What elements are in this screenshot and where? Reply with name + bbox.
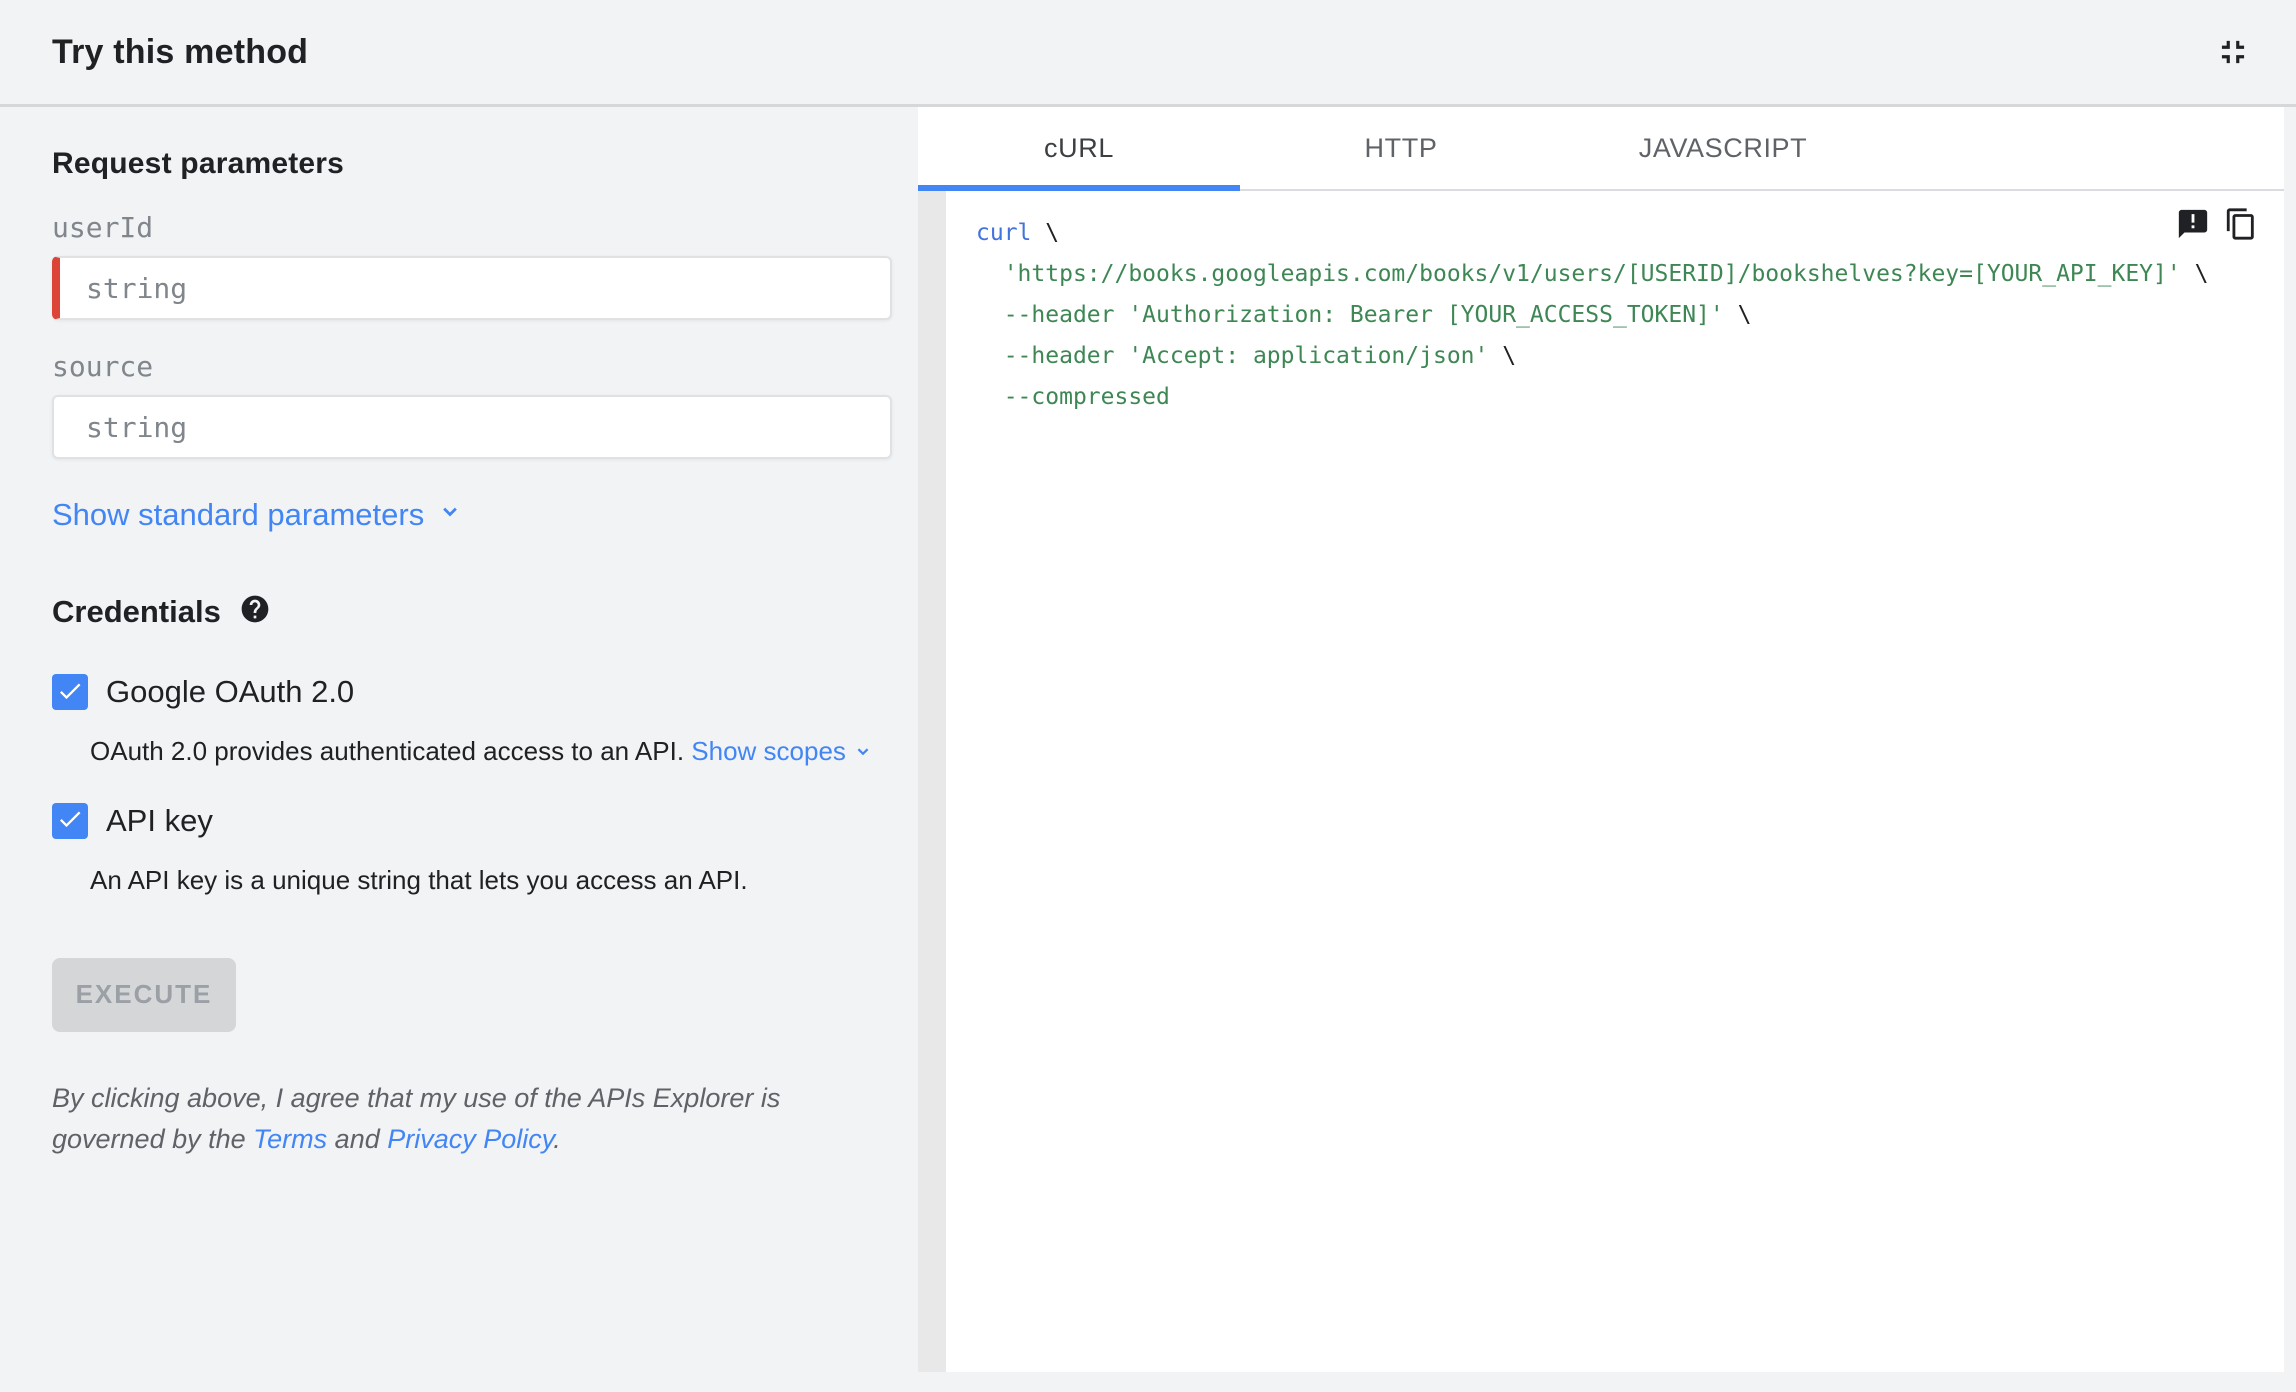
- execute-button[interactable]: EXECUTE: [52, 957, 236, 1032]
- legal-text: By clicking above, I agree that my use o…: [52, 1082, 781, 1154]
- api-key-checkbox-label: API key: [106, 802, 213, 838]
- chevron-down-icon: [852, 738, 874, 768]
- code-language-tabs: cURL HTTP JAVASCRIPT: [918, 107, 2284, 191]
- request-parameters-panel: Request parameters userId source Show st…: [0, 107, 918, 1372]
- userid-input[interactable]: [52, 256, 892, 320]
- feedback-icon: [2176, 207, 2210, 241]
- oauth-checkbox-label: Google OAuth 2.0: [106, 674, 355, 709]
- tab-http[interactable]: HTTP: [1240, 107, 1562, 189]
- oauth-checkbox[interactable]: [52, 674, 88, 710]
- panel-header: Try this method: [0, 0, 2296, 107]
- privacy-policy-link[interactable]: Privacy Policy: [387, 1124, 553, 1154]
- show-scopes-link[interactable]: Show scopes: [691, 736, 874, 766]
- fullscreen-exit-icon: [2214, 33, 2252, 71]
- show-standard-parameters-label: Show standard parameters: [52, 497, 425, 532]
- code-block: curl \ 'https://books.googleapis.com/boo…: [976, 220, 2209, 410]
- checkmark-icon: [56, 677, 84, 708]
- api-key-checkbox[interactable]: [52, 802, 88, 839]
- terms-link[interactable]: Terms: [253, 1124, 327, 1154]
- tab-javascript[interactable]: JAVASCRIPT: [1562, 107, 1884, 189]
- fullscreen-exit-button[interactable]: [2214, 33, 2252, 71]
- userid-field-label: userId: [52, 211, 154, 244]
- source-input[interactable]: [52, 395, 892, 459]
- code-area: curl \ 'https://books.googleapis.com/boo…: [918, 191, 2284, 1372]
- page-title: Try this method: [52, 32, 309, 71]
- source-field-label: source: [52, 350, 154, 383]
- tab-curl[interactable]: cURL: [918, 107, 1240, 191]
- copy-icon: [2224, 207, 2258, 241]
- credentials-heading: Credentials: [52, 593, 221, 629]
- chevron-down-icon: [436, 497, 464, 533]
- code-card: curl \ 'https://books.googleapis.com/boo…: [946, 191, 2284, 1372]
- api-key-description: An API key is a unique string that lets …: [90, 864, 748, 895]
- help-icon[interactable]: [239, 593, 271, 630]
- feedback-button[interactable]: [2176, 207, 2210, 241]
- code-sample-panel: cURL HTTP JAVASCRIPT curl \ 'https://boo…: [918, 107, 2284, 1372]
- try-this-method-panel: Try this method Request parameters userI…: [0, 0, 2296, 1392]
- checkmark-icon: [56, 805, 84, 836]
- show-standard-parameters-link[interactable]: Show standard parameters: [52, 497, 464, 533]
- request-parameters-heading: Request parameters: [52, 147, 345, 180]
- copy-code-button[interactable]: [2224, 207, 2258, 241]
- oauth-description: OAuth 2.0 provides authenticated access …: [90, 736, 892, 769]
